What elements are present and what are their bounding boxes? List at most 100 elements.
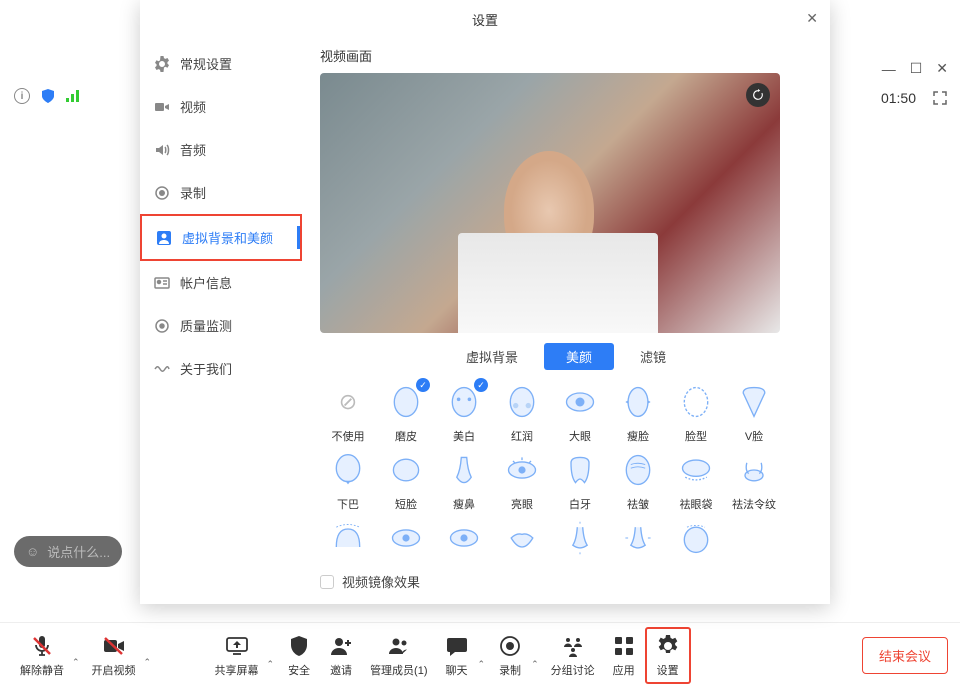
share-screen-button[interactable]: 共享屏幕	[207, 629, 267, 682]
sidebar-item-audio[interactable]: 音频	[140, 128, 302, 171]
sidebar-item-account[interactable]: 帐户信息	[140, 261, 302, 304]
breakout-button[interactable]: 分组讨论	[543, 629, 603, 682]
id-icon	[154, 275, 170, 291]
sidebar-item-quality[interactable]: 质量监测	[140, 304, 302, 347]
share-icon	[224, 633, 250, 659]
sidebar-label: 质量监测	[180, 316, 232, 335]
chevron-up-icon[interactable]: ⌃	[144, 657, 156, 682]
invite-button[interactable]: 邀请	[320, 629, 362, 682]
meeting-timer: 01:50	[875, 88, 922, 108]
check-badge	[416, 378, 430, 392]
tab-beauty[interactable]: 美颜	[544, 343, 614, 370]
effect-whiten[interactable]: 美白	[436, 380, 492, 444]
unmute-button[interactable]: 解除静音	[12, 629, 72, 682]
mirror-label: 视频镜像效果	[342, 572, 420, 591]
fullscreen-icon[interactable]	[932, 90, 948, 106]
effect-none[interactable]: ⊘不使用	[320, 380, 376, 444]
settings-content: 视频画面 虚拟背景 美颜 滤镜 ⊘不使用 磨皮 美白 红润 大眼 瘦脸	[302, 38, 830, 604]
effect-rosy[interactable]: 红润	[494, 380, 550, 444]
sidebar-item-video[interactable]: 视频	[140, 85, 302, 128]
sidebar-label: 音频	[180, 140, 206, 159]
shield-icon[interactable]	[40, 88, 56, 104]
record-button[interactable]: 录制	[489, 629, 531, 682]
settings-button[interactable]: 设置	[645, 627, 691, 684]
sidebar-label: 虚拟背景和美颜	[182, 228, 273, 247]
meeting-toolbar: 解除静音 ⌃ 开启视频 ⌃ 共享屏幕 ⌃ 安全 邀请 管理成员(1)	[0, 622, 960, 688]
effect-eye-angle[interactable]	[436, 516, 492, 560]
apps-button[interactable]: 应用	[603, 629, 645, 682]
effect-chin[interactable]: 下巴	[320, 448, 376, 512]
sidebar-item-general[interactable]: 常规设置	[140, 42, 302, 85]
effect-nose-len[interactable]	[552, 516, 608, 560]
none-icon: ⊘	[339, 389, 357, 415]
sidebar-label: 常规设置	[180, 54, 232, 73]
effect-nose-wing[interactable]	[610, 516, 666, 560]
record-icon	[497, 633, 523, 659]
video-off-icon	[101, 633, 127, 659]
check-badge	[474, 378, 488, 392]
chevron-up-icon[interactable]: ⌃	[267, 659, 279, 684]
effect-bright-eyes[interactable]: 亮眼	[494, 448, 550, 512]
manage-members-button[interactable]: 管理成员(1)	[362, 629, 435, 682]
window-controls-bg: — ☐ ✕	[882, 60, 948, 77]
chevron-up-icon[interactable]: ⌃	[72, 657, 84, 682]
settings-sidebar: 常规设置 视频 音频 录制 虚拟背景和美颜 帐户信息	[140, 38, 302, 604]
top-left-indicators: i	[14, 88, 82, 104]
signal-icon[interactable]	[66, 90, 82, 102]
effect-forehead[interactable]	[320, 516, 376, 560]
effect-eye-dist[interactable]	[378, 516, 434, 560]
effect-white-teeth[interactable]: 白牙	[552, 448, 608, 512]
close-icon[interactable]: ✕	[936, 60, 948, 77]
modal-header: 设置 ✕	[140, 0, 830, 38]
end-meeting-button[interactable]: 结束会议	[862, 637, 948, 674]
gear-icon	[154, 56, 170, 72]
info-icon[interactable]: i	[14, 88, 30, 104]
checkbox-icon[interactable]	[320, 575, 334, 589]
effect-slim-nose[interactable]: 瘦鼻	[436, 448, 492, 512]
start-video-button[interactable]: 开启视频	[84, 629, 144, 682]
sidebar-item-record[interactable]: 录制	[140, 171, 302, 214]
rotate-icon[interactable]	[746, 83, 770, 107]
chat-button[interactable]: 聊天	[436, 629, 478, 682]
tab-virtual-bg[interactable]: 虚拟背景	[444, 343, 540, 370]
effect-v-face[interactable]: V脸	[726, 380, 782, 444]
effect-face-width[interactable]	[668, 516, 724, 560]
emoji-icon[interactable]: ☺	[26, 544, 39, 559]
chat-placeholder: 说点什么...	[47, 542, 110, 561]
effect-mouth[interactable]	[494, 516, 550, 560]
sidebar-item-about[interactable]: 关于我们	[140, 347, 302, 390]
maximize-icon[interactable]: ☐	[910, 60, 923, 77]
sidebar-item-virtual-bg[interactable]: 虚拟背景和美颜	[140, 214, 302, 261]
effect-face-shape[interactable]: 脸型	[668, 380, 724, 444]
effect-short-face[interactable]: 短脸	[378, 448, 434, 512]
chevron-up-icon[interactable]: ⌃	[531, 659, 543, 684]
security-button[interactable]: 安全	[278, 629, 320, 682]
video-preview	[320, 73, 780, 333]
effect-eyebag[interactable]: 祛眼袋	[668, 448, 724, 512]
target-icon	[154, 318, 170, 334]
sidebar-label: 帐户信息	[180, 273, 232, 292]
mirror-checkbox-row[interactable]: 视频镜像效果	[320, 572, 812, 591]
chevron-up-icon[interactable]: ⌃	[478, 659, 490, 684]
minimize-icon[interactable]: —	[882, 61, 896, 77]
chat-input-bubble[interactable]: ☺ 说点什么...	[14, 536, 122, 567]
effect-wrinkle[interactable]: 祛皱	[610, 448, 666, 512]
tab-filter[interactable]: 滤镜	[618, 343, 688, 370]
section-label: 视频画面	[320, 46, 812, 65]
invite-icon	[328, 633, 354, 659]
record-icon	[154, 185, 170, 201]
effect-big-eyes[interactable]: 大眼	[552, 380, 608, 444]
person-icon	[156, 230, 172, 246]
sidebar-label: 录制	[180, 183, 206, 202]
settings-modal: 设置 ✕ 常规设置 视频 音频 录制 虚拟背景和美颜	[140, 0, 830, 604]
top-right-controls: 01:50	[875, 88, 948, 108]
effect-smooth[interactable]: 磨皮	[378, 380, 434, 444]
close-icon[interactable]: ✕	[806, 10, 818, 27]
mic-muted-icon	[29, 633, 55, 659]
modal-title: 设置	[472, 10, 498, 29]
effect-nasolabial[interactable]: 祛法令纹	[726, 448, 782, 512]
gear-icon	[655, 633, 681, 659]
effect-slim-face[interactable]: 瘦脸	[610, 380, 666, 444]
audio-icon	[154, 142, 170, 158]
shield-icon	[286, 633, 312, 659]
